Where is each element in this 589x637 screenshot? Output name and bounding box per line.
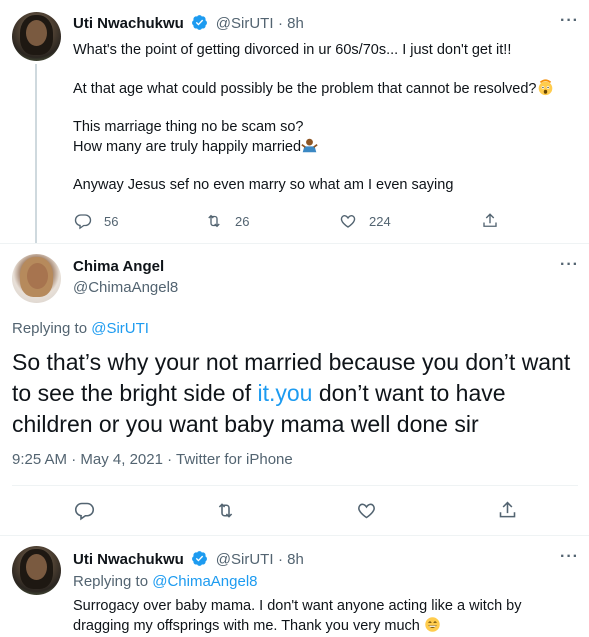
share-button[interactable] [481, 212, 499, 230]
heart-icon [340, 215, 356, 228]
verified-badge-icon [192, 551, 208, 566]
heart-icon [358, 503, 375, 519]
tweet-time[interactable]: 9:25 AM [12, 451, 67, 468]
display-name[interactable]: Chima Angel [73, 258, 164, 275]
share-button[interactable] [497, 500, 518, 521]
handle[interactable]: @SirUTI [216, 551, 274, 568]
handle[interactable]: @ChimaAngel8 [73, 279, 178, 296]
reply-icon [74, 214, 92, 230]
separator: · [67, 451, 81, 468]
tweet-text: What's the point of getting divorced in … [73, 41, 578, 195]
avatar[interactable] [12, 546, 61, 595]
share-icon [499, 501, 516, 518]
timestamp[interactable]: · 8h [278, 15, 304, 32]
share-icon [483, 213, 497, 227]
tweet-uti-1[interactable]: Uti Nwachukwu @SirUTI · 8h ··· What's th… [0, 0, 589, 244]
more-icon[interactable]: ··· [560, 12, 579, 30]
reply-count: 56 [104, 213, 119, 229]
replying-to: Replying to @SirUTI [12, 320, 149, 337]
tweet-header: Uti Nwachukwu @SirUTI · 8h [73, 14, 304, 33]
tweet-uti-reply[interactable]: Uti Nwachukwu @SirUTI · 8h ··· Replying … [0, 536, 589, 637]
display-name[interactable]: Uti Nwachukwu [73, 551, 184, 568]
tweet-line-with-emoji: dragging my offsprings with me. Thank yo… [73, 616, 578, 636]
like-count: 224 [369, 213, 391, 229]
retweet-button[interactable] [215, 500, 236, 521]
tweet-link[interactable]: it.you [258, 380, 313, 406]
person-shrugging-emoji-icon [301, 138, 318, 153]
tweet-line-with-emoji: At that age what could possibly be the p… [73, 79, 578, 99]
divider [12, 485, 578, 486]
tweet-line: What's the point of getting divorced in … [73, 42, 512, 58]
like-button[interactable]: 224 [339, 212, 391, 230]
handle[interactable]: @SirUTI [216, 15, 274, 32]
like-button[interactable] [356, 500, 377, 521]
timestamp[interactable]: · 8h [278, 551, 304, 568]
tweet-line: Anyway Jesus sef no even marry so what a… [73, 177, 454, 193]
display-name[interactable]: Uti Nwachukwu [73, 15, 184, 32]
grinning-face-emoji-icon [425, 617, 440, 632]
tweet-line: How many are truly happily married [73, 139, 302, 155]
tweet-line: Surrogacy over baby mama. I don't want a… [73, 598, 522, 614]
tweet-line: dragging my offsprings with me. Thank yo… [73, 618, 420, 634]
more-icon[interactable]: ··· [560, 548, 579, 566]
replying-to-link[interactable]: @SirUTI [91, 320, 149, 337]
tweet-line-with-emoji: How many are truly happily married [73, 137, 578, 157]
focused-tweet-text: So that’s why your not married because y… [12, 347, 578, 440]
tweet-line: At that age what could possibly be the p… [73, 81, 537, 97]
reply-button[interactable] [74, 500, 95, 521]
replying-to: Replying to @ChimaAngel8 [73, 573, 258, 590]
replying-to-link[interactable]: @ChimaAngel8 [152, 573, 257, 590]
thread-line [35, 64, 37, 244]
verified-badge-icon [192, 15, 208, 30]
tweet-meta: 9:25 AM · May 4, 2021 · Twitter for iPho… [12, 451, 293, 468]
separator: · [162, 451, 177, 468]
tweet-text: Surrogacy over baby mama. I don't want a… [73, 597, 578, 636]
retweet-button[interactable]: 26 [205, 212, 249, 230]
retweet-icon [218, 503, 233, 518]
retweet-count: 26 [235, 213, 250, 229]
replying-label: Replying to [12, 320, 92, 337]
exploding-head-emoji-icon [538, 79, 552, 96]
avatar[interactable] [12, 12, 61, 61]
tweet-header: Uti Nwachukwu @SirUTI · 8h [73, 550, 304, 569]
tweet-line: This marriage thing no be scam so? [73, 119, 304, 135]
reply-icon [74, 502, 95, 521]
retweet-icon [208, 214, 220, 228]
tweet-source[interactable]: Twitter for iPhone [176, 451, 293, 468]
avatar[interactable] [12, 254, 61, 303]
tweet-date[interactable]: May 4, 2021 [80, 451, 163, 468]
more-icon[interactable]: ··· [560, 256, 579, 274]
reply-button[interactable]: 56 [74, 212, 118, 230]
replying-label: Replying to [73, 573, 153, 590]
